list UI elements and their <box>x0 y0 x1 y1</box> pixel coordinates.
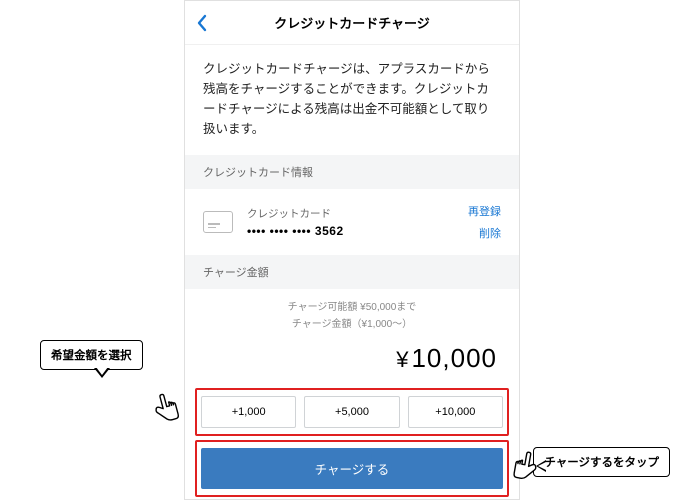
charge-limits: チャージ可能額 ¥50,000まで チャージ金額（¥1,000〜） <box>185 289 519 337</box>
back-chevron-icon[interactable] <box>197 14 207 32</box>
card-info-block: クレジットカード •••• •••• •••• 3562 <box>247 206 454 238</box>
callout-select-amount: 希望金額を選択 <box>40 340 143 370</box>
card-info-section-header: クレジットカード情報 <box>185 155 519 189</box>
charge-button-highlight: チャージする <box>195 440 509 497</box>
credit-card-icon <box>203 211 233 233</box>
yen-symbol: ¥ <box>396 347 409 372</box>
page-title: クレジットカードチャージ <box>185 13 519 32</box>
card-info-row: クレジットカード •••• •••• •••• 3562 再登録 削除 <box>185 189 519 255</box>
preset-amount-row: +1,000 +5,000 +10,000 <box>201 396 503 428</box>
pointer-hand-icon <box>145 389 186 435</box>
charge-button[interactable]: チャージする <box>201 448 503 489</box>
preset-amount-highlight: +1,000 +5,000 +10,000 <box>195 388 509 436</box>
preset-1000-button[interactable]: +1,000 <box>201 396 296 428</box>
charge-amount-display[interactable]: ¥10,000 <box>185 337 519 384</box>
callout-tap-charge: チャージするをタップ <box>533 447 670 477</box>
app-header: クレジットカードチャージ <box>185 1 519 45</box>
preset-10000-button[interactable]: +10,000 <box>408 396 503 428</box>
preset-5000-button[interactable]: +5,000 <box>304 396 399 428</box>
charge-range-text: チャージ金額（¥1,000〜） <box>185 316 519 333</box>
pointer-hand-icon <box>507 448 545 492</box>
charge-amount-section-header: チャージ金額 <box>185 255 519 289</box>
reregister-link[interactable]: 再登録 <box>468 203 501 219</box>
card-actions: 再登録 削除 <box>468 203 501 241</box>
charge-limit-text: チャージ可能額 ¥50,000まで <box>185 299 519 316</box>
description-text: クレジットカードチャージは、アプラスカードから残高をチャージすることができます。… <box>185 45 519 155</box>
card-type-label: クレジットカード <box>247 206 454 221</box>
app-screen: クレジットカードチャージ クレジットカードチャージは、アプラスカードから残高をチ… <box>184 0 520 500</box>
delete-link[interactable]: 削除 <box>479 225 501 241</box>
callout-tail-left <box>94 368 110 378</box>
amount-value: 10,000 <box>411 343 497 373</box>
card-masked-number: •••• •••• •••• 3562 <box>247 224 454 238</box>
